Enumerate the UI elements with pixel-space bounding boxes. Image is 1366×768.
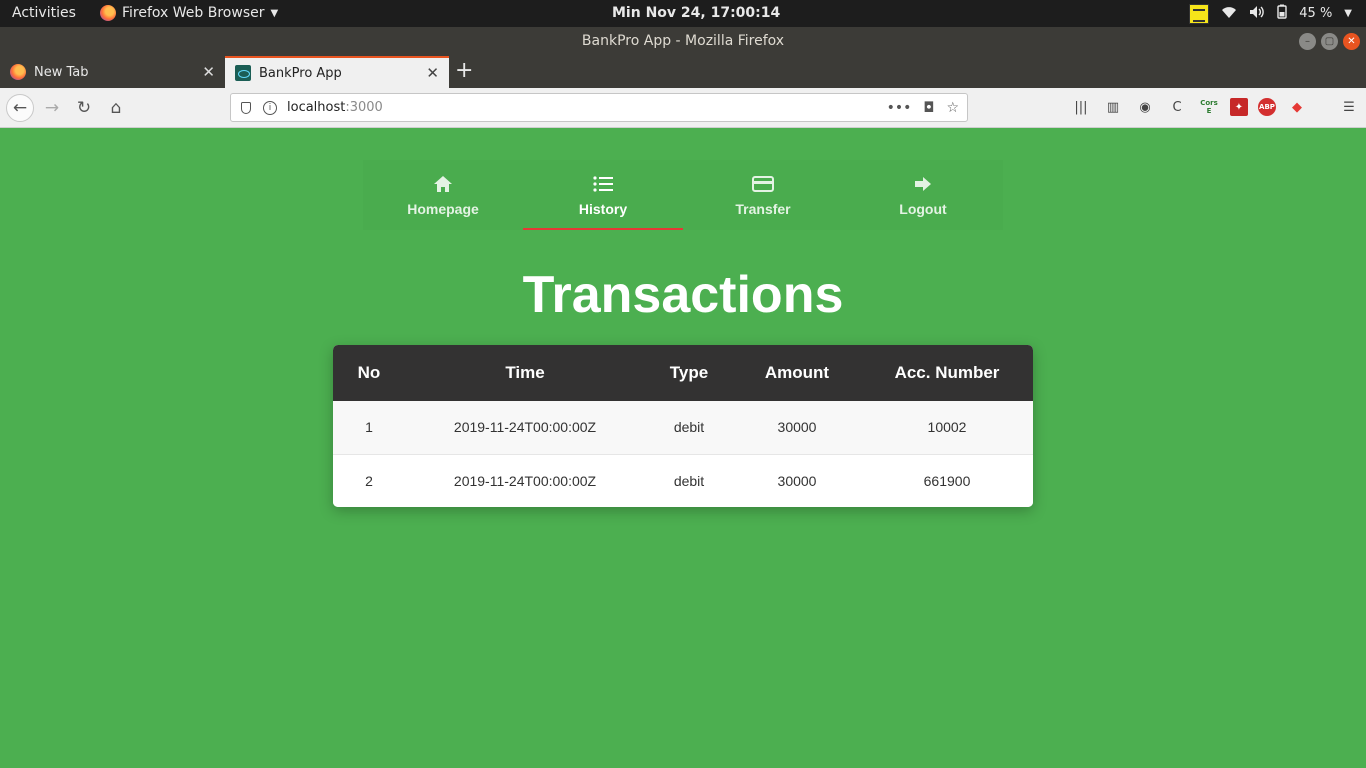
column-header-type: Type — [669, 363, 709, 382]
window-title-bar: BankPro App - Mozilla Firefox – ▢ ✕ — [0, 27, 1366, 56]
tab-strip: New Tab ✕ BankPro App ✕ + — [0, 56, 1366, 88]
account-icon[interactable]: ◉ — [1134, 96, 1156, 118]
pocket-icon[interactable]: ◘ — [923, 100, 934, 116]
cors-extension-icon[interactable]: Cors E — [1198, 96, 1220, 118]
minimize-icon[interactable]: – — [1299, 33, 1316, 50]
more-actions-icon[interactable]: ••• — [887, 100, 912, 116]
maximize-icon[interactable]: ▢ — [1321, 33, 1338, 50]
hamburger-menu-icon[interactable]: ☰ — [1338, 96, 1360, 118]
nav-label: Logout — [899, 201, 947, 217]
url-port: :3000 — [345, 100, 383, 115]
nav-transfer[interactable]: Transfer — [683, 160, 843, 230]
cell-account-number: 661900 — [923, 472, 971, 489]
nav-label: Homepage — [407, 201, 479, 217]
info-icon[interactable]: i — [263, 100, 277, 115]
cell-account-number: 10002 — [927, 419, 967, 436]
library-icon[interactable]: ||| — [1070, 96, 1092, 118]
url-host: localhost — [287, 100, 346, 115]
reload-icon[interactable]: ↻ — [70, 94, 98, 122]
system-tray[interactable]: 45 % ▼ — [1189, 0, 1366, 27]
close-tab-icon[interactable]: ✕ — [426, 64, 439, 82]
window-title: BankPro App - Mozilla Firefox — [581, 33, 785, 49]
table-header-row: No Time Type Amount Acc. Number — [333, 345, 1033, 401]
nav-homepage[interactable]: Homepage — [363, 160, 523, 230]
cell-no: 2 — [365, 472, 373, 489]
firefox-icon — [10, 64, 26, 80]
tab-title: BankPro App — [259, 65, 342, 81]
battery-percentage: 45 % — [1299, 6, 1333, 21]
battery-icon — [1277, 4, 1287, 23]
sidebar-icon[interactable]: ▥ — [1102, 96, 1124, 118]
nav-history[interactable]: History — [523, 160, 683, 230]
navigation-toolbar: ← → ↻ ⌂ i localhost:3000 ••• ◘ ☆ ||| ▥ ◉… — [0, 88, 1366, 128]
cell-no: 1 — [365, 419, 373, 436]
new-tab-icon[interactable]: + — [455, 59, 473, 83]
app-menu[interactable]: Firefox Web Browser ▼ — [100, 5, 278, 21]
column-header-amount: Amount — [764, 363, 830, 382]
caret-down-icon: ▼ — [270, 7, 279, 19]
cell-type: debit — [673, 419, 705, 436]
volume-icon — [1249, 5, 1265, 23]
notes-icon[interactable] — [1189, 3, 1210, 24]
credit-card-icon — [752, 173, 774, 195]
cell-time: 2019-11-24T00:00:00Z — [453, 472, 597, 489]
extension-puzzle-icon[interactable]: ✦ — [1230, 98, 1248, 116]
column-header-time: Time — [505, 363, 545, 382]
home-icon — [432, 173, 454, 195]
url-actions: ••• ◘ ☆ — [887, 100, 959, 116]
column-header-account-number: Acc. Number — [894, 363, 1000, 382]
tab-title: New Tab — [34, 64, 89, 80]
firefox-icon — [100, 5, 116, 21]
app-menu-label: Firefox Web Browser — [122, 5, 265, 21]
url-text[interactable]: localhost:3000 — [287, 100, 887, 115]
cell-amount: 30000 — [777, 419, 817, 436]
column-header-no: No — [357, 363, 381, 382]
adblock-icon[interactable]: ABP — [1258, 98, 1276, 116]
caret-down-icon: ▼ — [1344, 8, 1352, 19]
url-bar[interactable]: i localhost:3000 ••• ◘ ☆ — [230, 93, 968, 122]
forward-icon[interactable]: → — [38, 94, 66, 122]
home-icon[interactable]: ⌂ — [102, 94, 130, 122]
wifi-icon — [1221, 5, 1237, 23]
cell-time: 2019-11-24T00:00:00Z — [453, 419, 597, 436]
bookmark-star-icon[interactable]: ☆ — [946, 100, 959, 116]
cell-type: debit — [673, 472, 705, 489]
shield-icon[interactable] — [241, 101, 251, 114]
cell-amount: 30000 — [777, 472, 817, 489]
system-top-bar: Activities Firefox Web Browser ▼ Min Nov… — [0, 0, 1366, 27]
eraser-icon[interactable]: ◆ — [1286, 96, 1308, 118]
arrow-right-icon — [912, 173, 934, 195]
back-icon[interactable]: ← — [6, 94, 34, 122]
transactions-table: No Time Type Amount Acc. Number 1 2019-1… — [333, 345, 1033, 507]
bankpro-app: Homepage History Transfer Logout Transac… — [0, 129, 1366, 768]
activities-button[interactable]: Activities — [12, 5, 76, 21]
close-tab-icon[interactable]: ✕ — [202, 63, 215, 81]
page-title: Transactions — [522, 266, 844, 324]
tab-bankpro-app[interactable]: BankPro App ✕ — [225, 56, 449, 88]
nav-label: History — [578, 201, 628, 217]
extension-c-icon[interactable]: C — [1166, 96, 1188, 118]
react-icon — [235, 65, 251, 81]
list-icon — [592, 173, 614, 195]
transactions-table-card: No Time Type Amount Acc. Number 1 2019-1… — [333, 345, 1033, 507]
nav-label: Transfer — [735, 201, 791, 217]
table-row: 2 2019-11-24T00:00:00Z debit 30000 66190… — [333, 454, 1033, 507]
tab-new-tab[interactable]: New Tab ✕ — [0, 56, 225, 88]
table-row: 1 2019-11-24T00:00:00Z debit 30000 10002 — [333, 401, 1033, 454]
toolbar-icons: ||| ▥ ◉ C Cors E ✦ ABP ◆ ☰ — [1070, 96, 1355, 118]
app-nav: Homepage History Transfer Logout — [363, 160, 1003, 230]
close-window-icon[interactable]: ✕ — [1343, 33, 1360, 50]
nav-logout[interactable]: Logout — [843, 160, 1003, 230]
clock[interactable]: Min Nov 24, 17:00:14 — [612, 5, 780, 21]
window-controls: – ▢ ✕ — [1299, 33, 1360, 50]
